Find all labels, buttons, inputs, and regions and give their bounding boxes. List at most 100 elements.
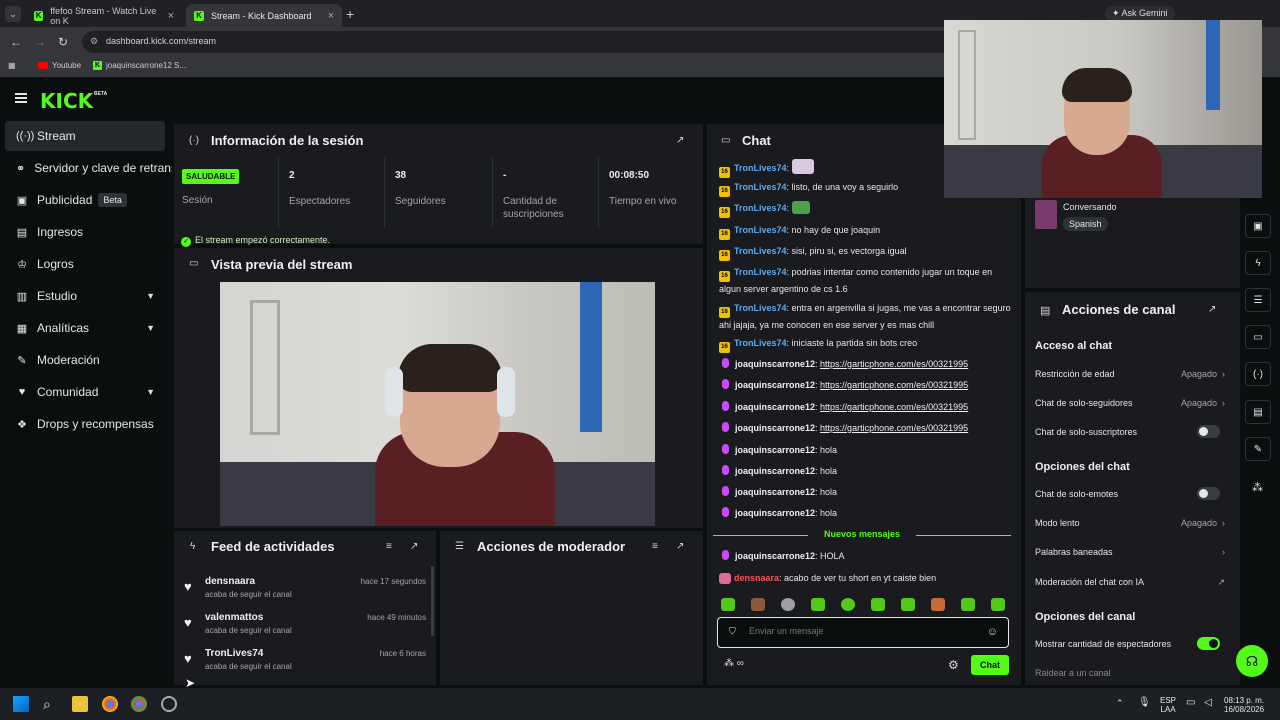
- chat-username[interactable]: joaquinscarrone12: [735, 466, 815, 476]
- banned-words-row[interactable]: Palabras baneadas ›: [1035, 547, 1225, 557]
- chat-link[interactable]: https://garticphone.com/es/00321995: [820, 359, 968, 369]
- volume-icon[interactable]: ◁: [1204, 698, 1212, 708]
- rail-activity-button[interactable]: ϟ: [1245, 251, 1271, 275]
- chat-username[interactable]: TronLives74: [734, 246, 787, 256]
- site-info-icon[interactable]: ⚙: [90, 36, 98, 47]
- feed-username[interactable]: valenmattos: [205, 612, 263, 623]
- show-viewers-toggle[interactable]: [1197, 637, 1220, 650]
- reload-icon[interactable]: ↻: [58, 35, 68, 49]
- emote-icon[interactable]: [991, 598, 1005, 611]
- tray-chevron-icon[interactable]: ⌃: [1116, 699, 1124, 708]
- forward-icon[interactable]: →: [34, 35, 46, 49]
- add-widget-icon[interactable]: ⁂: [1252, 481, 1263, 494]
- followers-only-row[interactable]: Chat de solo-seguidores Apagado ›: [1035, 398, 1225, 408]
- close-icon[interactable]: ×: [328, 10, 334, 22]
- emote-icon[interactable]: [901, 598, 915, 611]
- expand-icon[interactable]: ↗: [1208, 304, 1216, 315]
- apps-icon[interactable]: ▦: [8, 61, 16, 70]
- file-explorer-icon[interactable]: [72, 696, 88, 712]
- chat-link[interactable]: https://garticphone.com/es/00321995: [820, 423, 968, 433]
- microphone-icon[interactable]: 🎙: [1138, 698, 1151, 708]
- emote-icon[interactable]: [811, 598, 825, 611]
- gear-icon[interactable]: ⚙: [948, 658, 959, 672]
- search-icon[interactable]: ⌕: [43, 696, 59, 712]
- emote-icon[interactable]: [961, 598, 975, 611]
- menu-icon[interactable]: [15, 93, 27, 103]
- chat-username[interactable]: joaquinscarrone12: [735, 423, 815, 433]
- help-button[interactable]: ☊: [1236, 645, 1268, 677]
- new-messages-divider[interactable]: Nuevos mensajes: [713, 529, 1011, 541]
- emote-icon[interactable]: [841, 598, 855, 611]
- language-indicator[interactable]: ESP LAA: [1160, 696, 1176, 714]
- chat-username[interactable]: TronLives74: [734, 203, 787, 213]
- chat-username[interactable]: joaquinscarrone12: [735, 380, 815, 390]
- ai-moderation-row[interactable]: Moderación del chat con IA ↗: [1035, 577, 1225, 587]
- subs-only-toggle[interactable]: [1197, 425, 1220, 438]
- sidebar-item-stream[interactable]: ((·)) Stream: [5, 121, 165, 151]
- rail-moderation-button[interactable]: ✎: [1245, 437, 1271, 461]
- sidebar-item-achievements[interactable]: ♔ Logros: [5, 249, 165, 279]
- chat-username[interactable]: joaquinscarrone12: [735, 445, 815, 455]
- sidebar-item-moderation[interactable]: ✎ Moderación: [5, 345, 165, 375]
- chat-link[interactable]: https://garticphone.com/es/00321995: [820, 402, 968, 412]
- sidebar-item-studio[interactable]: ▥ Estudio ▼: [5, 281, 165, 311]
- chat-username[interactable]: TronLives74: [734, 163, 787, 173]
- chrome-active-icon[interactable]: [131, 696, 147, 712]
- sidebar-item-community[interactable]: ♥ Comunidad ▼: [5, 377, 165, 407]
- rail-mod-actions-button[interactable]: ☰: [1245, 288, 1271, 312]
- feed-username[interactable]: TronLives74: [205, 648, 263, 659]
- rail-session-button[interactable]: (·): [1245, 362, 1271, 386]
- kick-logo[interactable]: KICK: [40, 89, 93, 113]
- chat-username[interactable]: TronLives74: [734, 338, 787, 348]
- expand-icon[interactable]: ↗: [676, 541, 684, 552]
- chat-username[interactable]: joaquinscarrone12: [735, 551, 815, 561]
- chat-username[interactable]: TronLives74: [734, 267, 787, 277]
- slow-mode-row[interactable]: Modo lento Apagado ›: [1035, 518, 1225, 528]
- points-icon[interactable]: ⁂ ∞: [724, 658, 744, 669]
- rail-chat-button[interactable]: ▭: [1245, 325, 1271, 349]
- chat-username[interactable]: joaquinscarrone12: [735, 402, 815, 412]
- stream-preview-video[interactable]: [220, 282, 655, 526]
- rail-channel-actions-button[interactable]: ▤: [1245, 400, 1271, 424]
- emote-icon[interactable]: [751, 598, 765, 611]
- sidebar-item-income[interactable]: ▤ Ingresos: [5, 217, 165, 247]
- emote-icon[interactable]: [721, 598, 735, 611]
- chat-username[interactable]: TronLives74: [734, 225, 787, 235]
- chat-username[interactable]: TronLives74: [734, 303, 787, 313]
- tab-ffefoo-stream[interactable]: K ffefoo Stream - Watch Live on K ×: [26, 4, 182, 27]
- feed-scrollbar[interactable]: [431, 566, 434, 636]
- emote-icon[interactable]: [781, 598, 795, 611]
- bookmark-youtube[interactable]: Youtube: [38, 61, 81, 70]
- filter-icon[interactable]: ≡: [386, 541, 392, 552]
- tab-search-button[interactable]: ⌄: [5, 6, 21, 22]
- chat-link[interactable]: https://garticphone.com/es/00321995: [820, 380, 968, 390]
- category-name[interactable]: Conversando: [1063, 202, 1117, 212]
- emote-icon[interactable]: [931, 598, 945, 611]
- windows-start-icon[interactable]: [13, 696, 29, 712]
- chat-username[interactable]: joaquinscarrone12: [735, 487, 815, 497]
- chat-input[interactable]: [749, 626, 979, 636]
- expand-icon[interactable]: ↗: [410, 541, 418, 552]
- shield-icon[interactable]: ⛉: [729, 626, 736, 637]
- filter-icon[interactable]: ≡: [652, 541, 658, 552]
- clock[interactable]: 08:13 p. m. 16/08/2026: [1224, 696, 1264, 714]
- emoji-icon[interactable]: ☺: [987, 626, 998, 638]
- emote-icon[interactable]: [871, 598, 885, 611]
- raid-row[interactable]: Raidear a un canal: [1035, 668, 1225, 678]
- emotes-only-toggle[interactable]: [1197, 487, 1220, 500]
- sidebar-item-drops[interactable]: ❖ Drops y recompensas: [5, 409, 165, 439]
- bookmark-joaquin[interactable]: Kjoaquinscarrone12 S...: [93, 61, 186, 70]
- sidebar-item-ads[interactable]: ▣ Publicidad Beta: [5, 185, 165, 215]
- url-field[interactable]: ⚙ dashboard.kick.com/stream: [82, 31, 962, 53]
- feed-username[interactable]: densnaara: [205, 576, 255, 587]
- age-restriction-row[interactable]: Restricción de edad Apagado ›: [1035, 369, 1225, 379]
- chat-username[interactable]: joaquinscarrone12: [735, 359, 815, 369]
- expand-icon[interactable]: ↗: [676, 135, 684, 146]
- rail-stream-info-button[interactable]: ▣: [1245, 214, 1271, 238]
- chat-username[interactable]: joaquinscarrone12: [735, 508, 815, 518]
- network-icon[interactable]: ▭: [1186, 698, 1195, 708]
- ask-gemini-button[interactable]: ✦ Ask Gemini: [1105, 6, 1175, 21]
- tab-kick-dashboard[interactable]: K Stream - Kick Dashboard ×: [186, 4, 342, 27]
- obs-icon[interactable]: [161, 696, 177, 712]
- back-icon[interactable]: ←: [10, 35, 22, 49]
